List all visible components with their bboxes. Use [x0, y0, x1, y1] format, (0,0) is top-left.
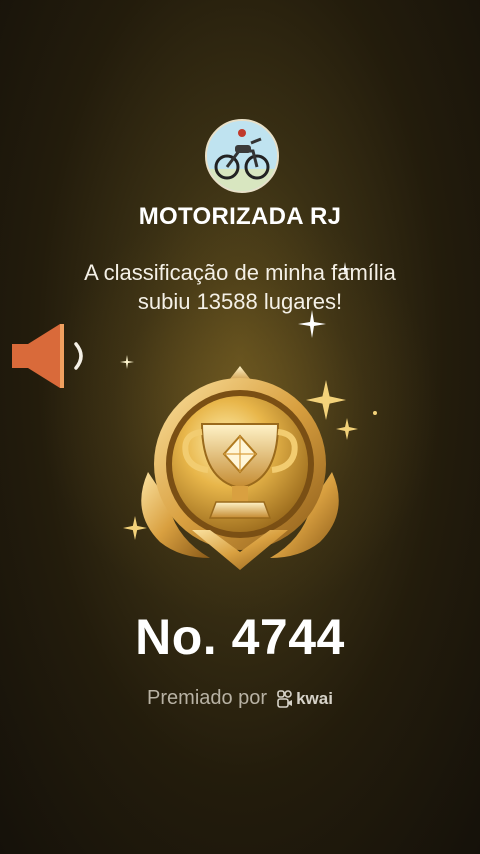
- kwai-logo: kwai: [277, 689, 333, 709]
- kwai-brand-text: kwai: [296, 688, 333, 708]
- rank-number: No. 4744: [135, 609, 345, 665]
- motorcycle-icon: [207, 121, 277, 191]
- awarded-by-label: Premiado por: [147, 687, 268, 709]
- speaker-icon[interactable]: [10, 320, 90, 392]
- message-line-1: A classificação de minha família: [84, 260, 396, 285]
- message-line-2: subiu 13588 lugares!: [137, 289, 343, 314]
- sparkle-icon: [298, 310, 326, 338]
- sparkle-icon: [338, 262, 352, 276]
- awarded-by-footer: Premiado por kwai: [0, 687, 480, 710]
- team-name: MOTORIZADA RJ: [138, 203, 342, 230]
- team-avatar[interactable]: [205, 119, 279, 193]
- ranking-message: A classificação de minha família subiu 1…: [60, 258, 420, 316]
- gold-trophy-badge-icon: [141, 366, 339, 570]
- kwai-logo-icon: [277, 689, 293, 708]
- sparkle-dot-icon: [373, 411, 377, 415]
